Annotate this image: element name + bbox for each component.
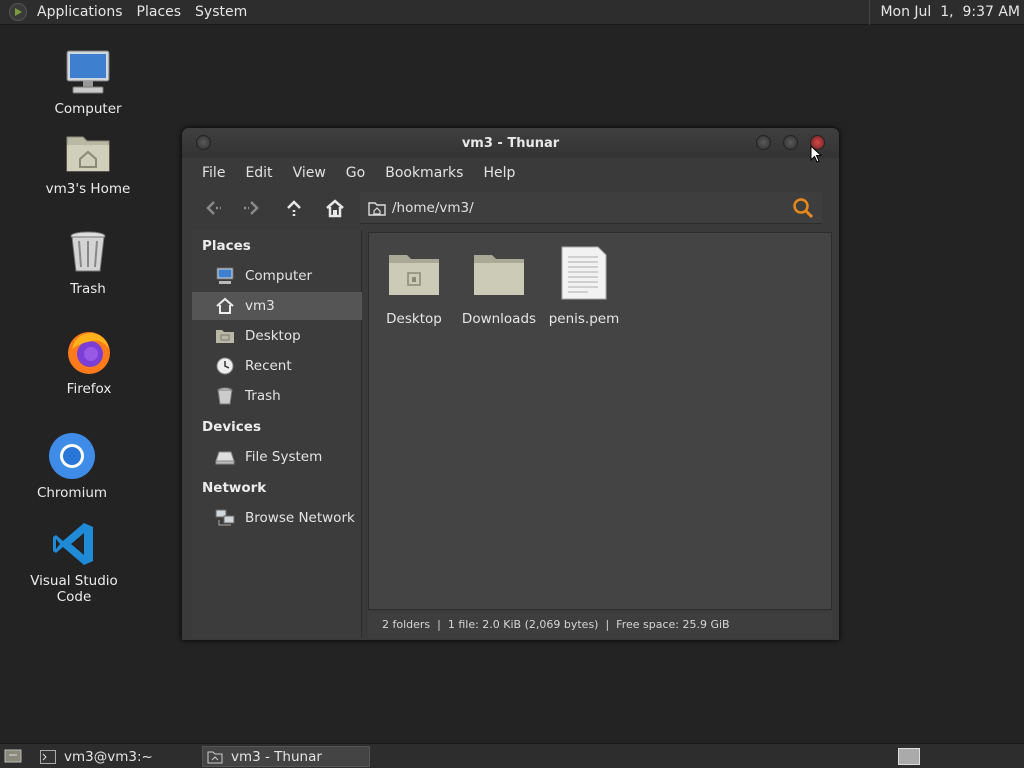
- sidebar-item-computer[interactable]: Computer: [192, 262, 362, 290]
- chromium-icon: [46, 430, 98, 482]
- desktop-folder-icon: [384, 243, 444, 303]
- back-arrow-icon: [206, 201, 221, 215]
- desktop-icon-home[interactable]: vm3's Home: [33, 126, 143, 197]
- trash-icon: [62, 226, 114, 278]
- menu-help[interactable]: Help: [473, 165, 525, 181]
- clock[interactable]: Mon Jul 1, 9:37 AM: [869, 0, 1020, 25]
- desktop-icon-trash[interactable]: Trash: [33, 226, 143, 297]
- devices-header: Devices: [202, 419, 261, 435]
- system-menu[interactable]: System: [191, 4, 251, 20]
- home-icon: [215, 296, 235, 316]
- sidebar-item-label: vm3: [245, 298, 275, 314]
- menu-bookmarks[interactable]: Bookmarks: [375, 165, 473, 181]
- folder-icon: [469, 243, 529, 303]
- menu-go[interactable]: Go: [336, 165, 375, 181]
- places-header: Places: [202, 238, 251, 254]
- desktop-icon-label: Trash: [70, 281, 106, 297]
- applications-menu[interactable]: Applications: [33, 4, 127, 20]
- menu-bar: File Edit View Go Bookmarks Help: [192, 158, 832, 188]
- home-button[interactable]: [319, 192, 351, 224]
- desktop-icon-label: Firefox: [66, 381, 112, 397]
- network-header: Network: [202, 480, 267, 496]
- file-item-penis-pem[interactable]: penis.pem: [539, 243, 629, 327]
- desktop-icon-chromium[interactable]: Chromium: [17, 430, 127, 501]
- clock-icon: [215, 356, 235, 376]
- side-pane: Places Computer vm3 Desktop Recent Trash…: [192, 230, 362, 638]
- menu-edit[interactable]: Edit: [235, 165, 282, 181]
- toolbar: /home/vm3/: [192, 188, 832, 228]
- menu-view[interactable]: View: [283, 165, 336, 181]
- task-label: vm3@vm3:~: [64, 748, 153, 765]
- sidebar-item-desktop[interactable]: Desktop: [192, 322, 362, 350]
- computer-icon: [62, 46, 114, 98]
- home-icon: [326, 199, 344, 218]
- desktop-folder-icon: [215, 326, 235, 346]
- terminal-icon: [40, 749, 56, 764]
- sidebar-item-file-system[interactable]: File System: [192, 443, 362, 471]
- task-label: vm3 - Thunar: [231, 748, 322, 765]
- up-arrow-icon: [287, 200, 301, 217]
- sidebar-item-label: Browse Network: [245, 510, 355, 526]
- sidebar-item-label: File System: [245, 449, 323, 465]
- sidebar-item-label: Computer: [245, 268, 313, 284]
- sidebar-item-label: Desktop: [245, 328, 301, 344]
- mouse-cursor-icon: [810, 145, 822, 163]
- file-item-downloads[interactable]: Downloads: [454, 243, 544, 327]
- trash-icon: [215, 386, 235, 406]
- thunar-window: vm3 - Thunar File Edit View Go Bookmarks…: [182, 128, 839, 640]
- sidebar-item-browse-network[interactable]: Browse Network: [192, 504, 362, 532]
- file-item-desktop[interactable]: Desktop: [369, 243, 459, 327]
- up-button[interactable]: [278, 192, 310, 224]
- file-name: Desktop: [386, 311, 442, 327]
- menu-logo-icon[interactable]: [9, 3, 27, 21]
- places-menu[interactable]: Places: [133, 4, 186, 20]
- task-terminal[interactable]: vm3@vm3:~: [36, 746, 196, 767]
- network-icon: [215, 508, 235, 528]
- location-bar[interactable]: /home/vm3/: [360, 192, 822, 224]
- sidebar-item-recent[interactable]: Recent: [192, 352, 362, 380]
- desktop-icon-firefox[interactable]: Firefox: [34, 326, 144, 397]
- drive-icon: [215, 447, 235, 467]
- sidebar-item-trash[interactable]: Trash: [192, 382, 362, 410]
- show-desktop-icon[interactable]: [4, 748, 22, 764]
- sidebar-item-label: Recent: [245, 358, 292, 374]
- firefox-icon: [63, 326, 115, 378]
- maximize-button[interactable]: [783, 135, 798, 150]
- title-bar[interactable]: vm3 - Thunar: [182, 128, 839, 158]
- file-view[interactable]: Desktop Downloads penis.pem: [368, 232, 832, 610]
- bottom-panel: vm3@vm3:~ vm3 - Thunar: [0, 743, 1024, 768]
- forward-button[interactable]: [237, 192, 269, 224]
- search-icon[interactable]: [792, 197, 814, 219]
- vscode-icon: [48, 518, 100, 570]
- sidebar-item-label: Trash: [245, 388, 281, 404]
- text-file-icon: [554, 243, 614, 303]
- sidebar-item-vm3[interactable]: vm3: [192, 292, 362, 320]
- forward-arrow-icon: [244, 201, 259, 215]
- desktop-icon-computer[interactable]: Computer: [33, 46, 143, 117]
- top-panel: Applications Places System Mon Jul 1, 9:…: [0, 0, 1024, 25]
- file-name: Downloads: [461, 311, 537, 327]
- computer-icon: [215, 266, 235, 286]
- menu-file[interactable]: File: [192, 165, 235, 181]
- minimize-button[interactable]: [756, 135, 771, 150]
- desktop-icon-label: vm3's Home: [45, 181, 131, 197]
- desktop-icon-vscode[interactable]: Visual Studio Code: [19, 518, 129, 605]
- back-button[interactable]: [196, 192, 228, 224]
- task-thunar[interactable]: vm3 - Thunar: [202, 746, 370, 767]
- location-path[interactable]: /home/vm3/: [392, 200, 474, 216]
- home-folder-icon: [62, 126, 114, 178]
- desktop-icon-label: Computer: [54, 101, 122, 117]
- file-name: penis.pem: [548, 311, 620, 327]
- desktop-icon-label: Chromium: [36, 485, 108, 501]
- home-folder-icon: [368, 201, 386, 216]
- window-title: vm3 - Thunar: [461, 136, 560, 151]
- file-manager-icon: [207, 751, 223, 763]
- workspace-switcher[interactable]: [898, 748, 920, 765]
- status-bar: 2 folders | 1 file: 2.0 KiB (2,069 bytes…: [368, 612, 832, 638]
- desktop-icon-label: Visual Studio Code: [30, 573, 118, 605]
